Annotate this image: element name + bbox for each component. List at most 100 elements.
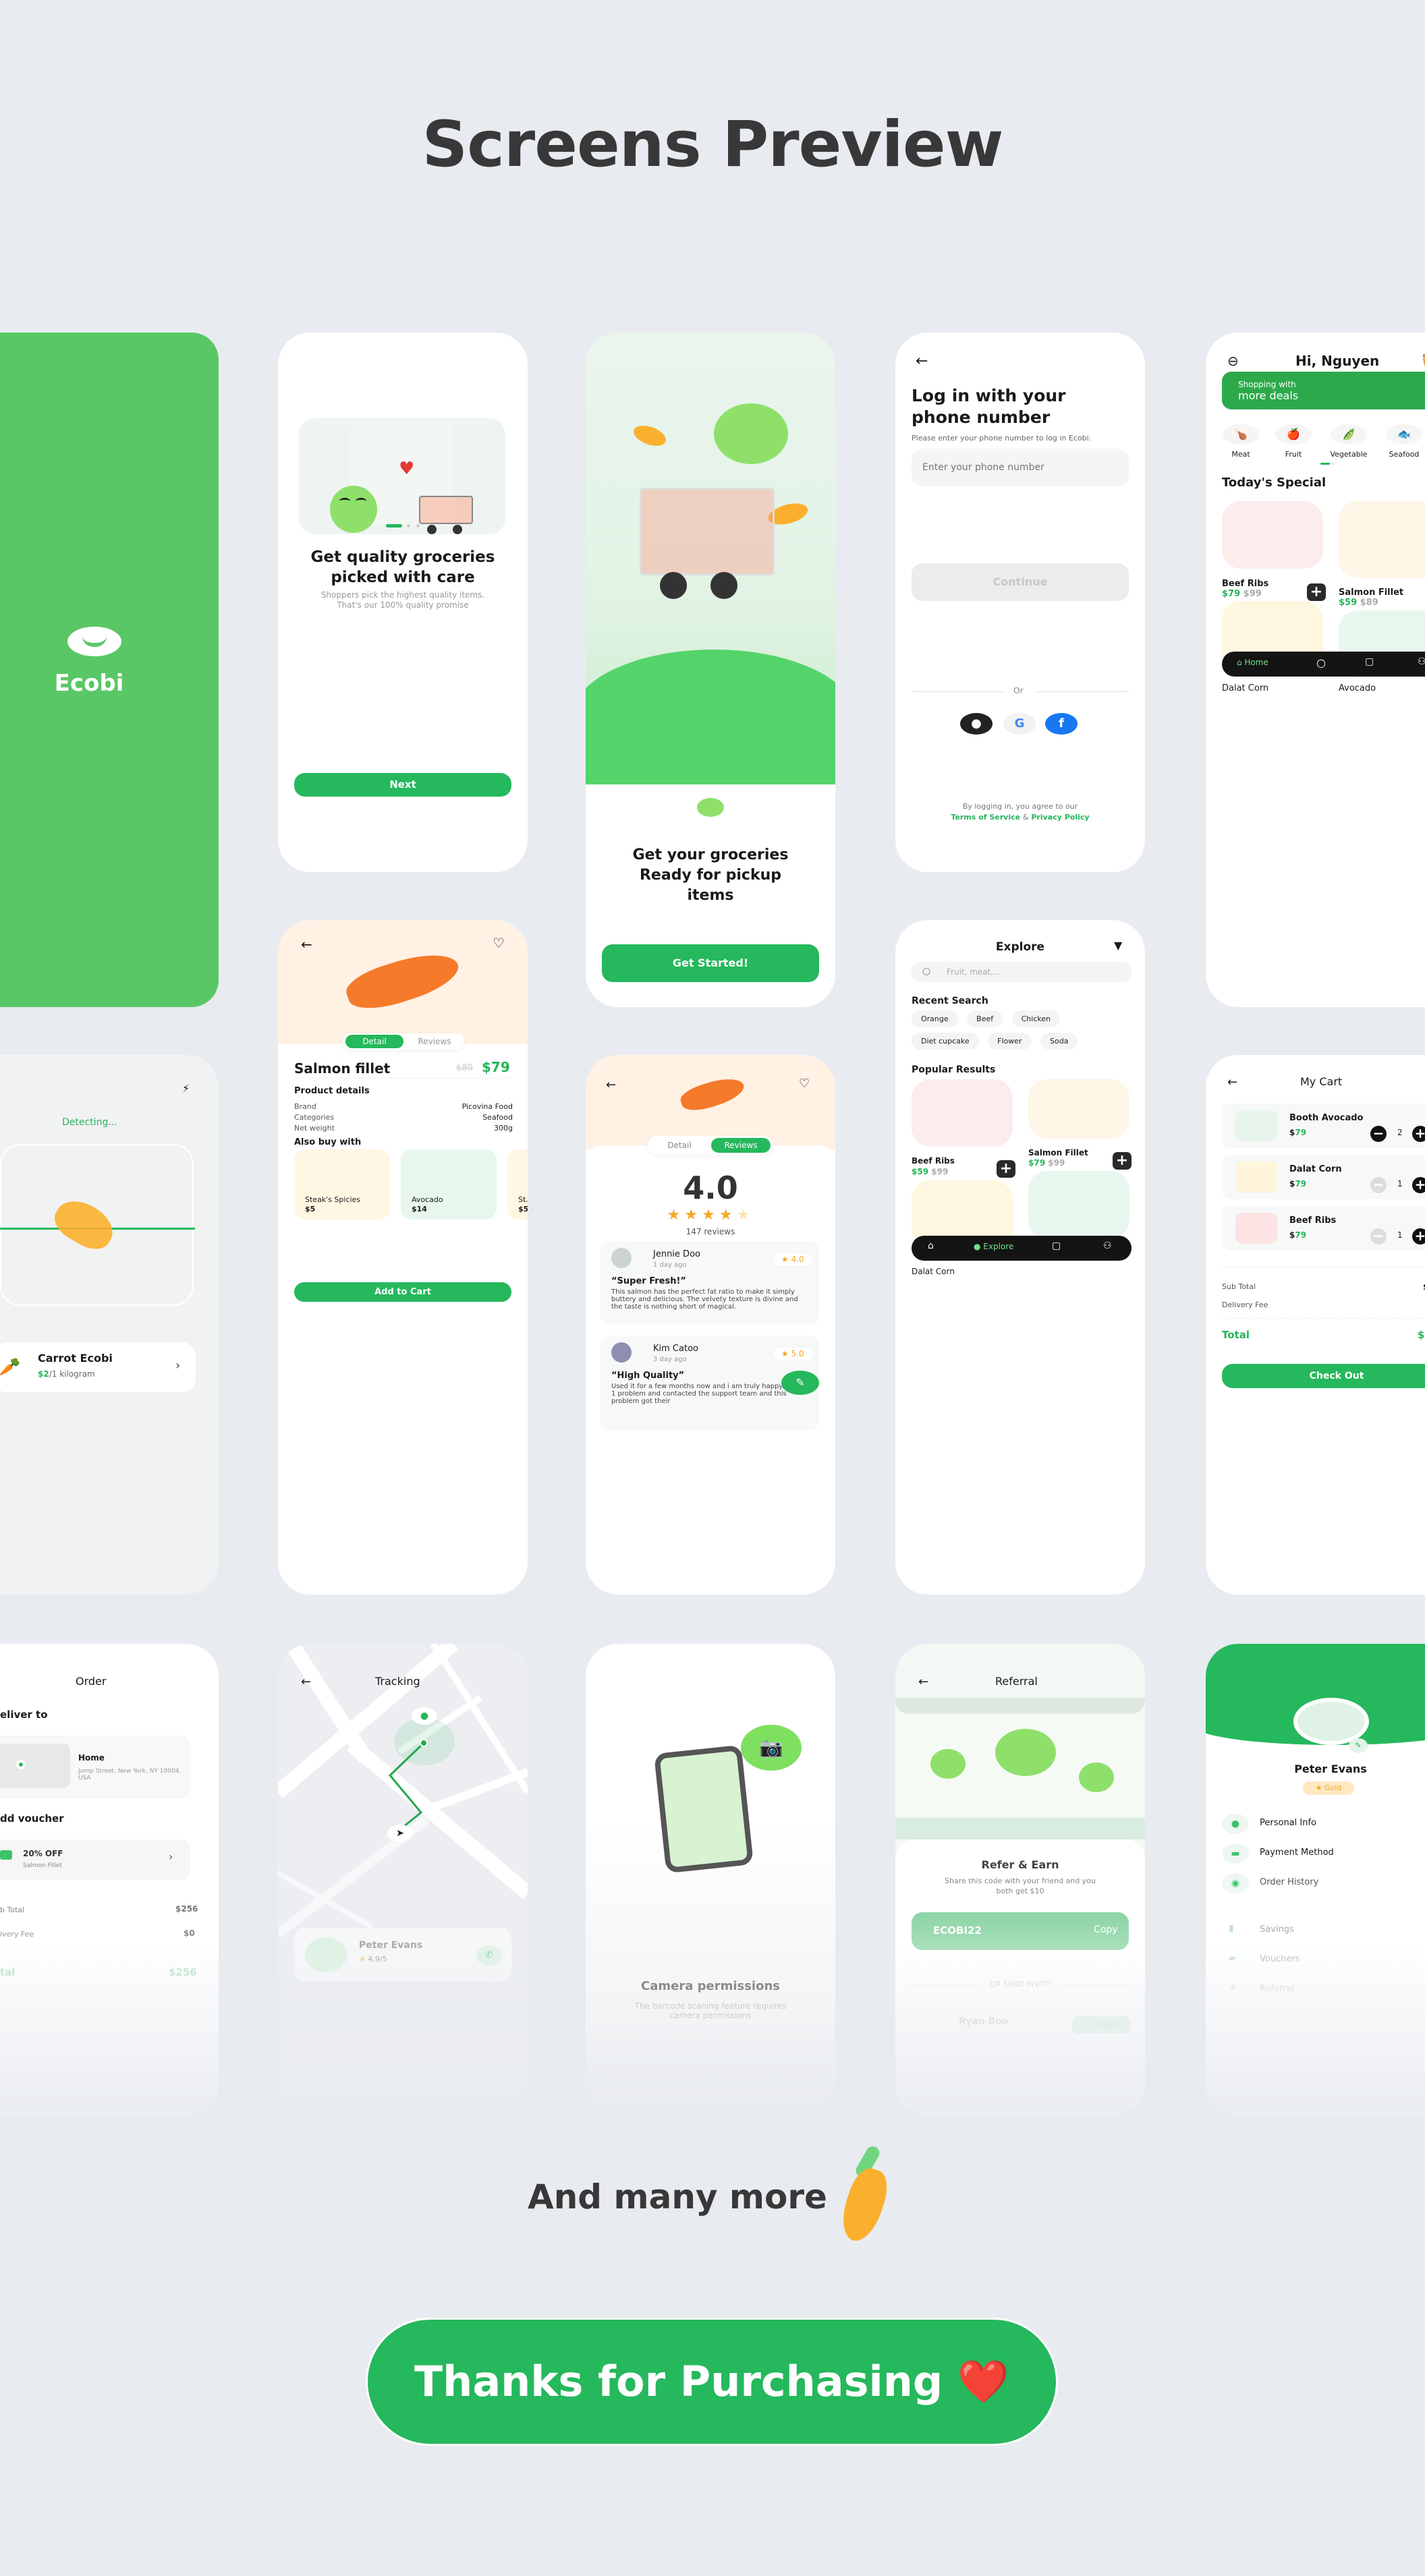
voucher-icon[interactable]: ▢ [1052,1240,1061,1251]
get-started-button[interactable]: Get Started! [602,944,819,982]
thanks-button[interactable]: Thanks for Purchasing ❤️ [366,2318,1058,2446]
profile-icon[interactable]: ⚇ [1103,1240,1112,1251]
card-icon: ▬ [1222,1843,1249,1864]
search-icon[interactable]: ○ [1316,656,1326,669]
product-price: $59 $89 [1339,598,1378,608]
tab-reviews[interactable]: Reviews [408,1035,462,1048]
mascot-icon [697,798,724,817]
tab-detail[interactable]: Detail [650,1138,708,1153]
search-bar[interactable]: ○ Fruit, meat,... [912,962,1131,982]
voucher-icon[interactable]: ▢ [1365,656,1374,667]
star-filled-icon: ★ [702,1207,719,1224]
chevron-right-icon[interactable]: › [175,1358,180,1373]
tab-reviews[interactable]: Reviews [711,1138,771,1153]
decrease-button[interactable]: − [1370,1228,1387,1244]
heart-icon[interactable]: ♡ [799,1077,810,1091]
onboarding-subtitle: Shoppers pick the highest quality items.… [320,590,485,610]
menu-personal-info[interactable]: ● Personal Info [1222,1812,1425,1842]
recent-chip[interactable]: Chicken [1011,1010,1061,1027]
review-count: 147 reviews [686,1227,735,1236]
recent-chip[interactable]: Flower [988,1033,1032,1050]
category-fruit[interactable]: 🍎 Fruit [1275,424,1312,459]
category-vegetable[interactable]: 🫛 Vegetable [1329,424,1369,459]
avocado-image[interactable] [1028,1171,1129,1238]
terms-link[interactable]: Terms of Service [951,813,1020,822]
beef-ribs-image[interactable] [912,1079,1013,1147]
review-time: 3 day ago [653,1356,687,1363]
detected-product-card[interactable]: 🥕 Carrot Ecobi $2/1 kilogram › [0,1342,196,1392]
order-screen: Order eliver to Home Jump Street, New Yo… [0,1644,219,2116]
salmon-fillet-image[interactable] [1339,501,1425,578]
increase-button[interactable]: + [1412,1126,1425,1142]
add-button[interactable]: + [1307,583,1326,601]
also-buy-card[interactable]: Steak's Spicies $5 [294,1149,390,1220]
recent-chip[interactable]: Soda [1040,1033,1078,1050]
cart-screen: ← My Cart Booth Avocado $79 − 2 + Dalat … [1206,1055,1425,1595]
heart-icon[interactable]: ♡ [493,935,505,951]
add-button[interactable]: + [1113,1152,1131,1170]
checkout-button[interactable]: Check Out [1222,1364,1425,1388]
also-buy-card[interactable]: Avocado $14 [401,1149,497,1220]
page-dot-active [386,524,402,527]
apple-icon[interactable]: ● [960,713,993,735]
cart-title: My Cart [1300,1075,1343,1088]
beef-ribs-image[interactable] [1222,501,1323,569]
recent-chip[interactable]: Beef [967,1010,1003,1027]
back-arrow-icon[interactable]: ← [301,1675,311,1689]
banner-line1: Shopping with [1238,380,1296,389]
category-meat[interactable]: 🍗 Meat [1222,424,1260,459]
nav-explore[interactable]: ● Explore [974,1242,1013,1251]
add-to-cart-button[interactable]: Add to Cart [294,1282,511,1302]
voucher-card[interactable]: 20% OFF Salmon Fillet › [0,1839,190,1880]
address-card[interactable]: Home Jump Street, New York, NY 10004, US… [0,1736,190,1799]
heart-emoji-icon: ❤️ [957,2357,1010,2406]
basket-icon[interactable]: 🧺 [1422,351,1425,368]
add-button[interactable]: + [997,1160,1015,1178]
item-qty: 1 [1397,1230,1403,1240]
continue-button[interactable]: Continue [912,563,1129,601]
home-icon[interactable]: ⌂ [928,1240,934,1251]
phone-number-input[interactable] [912,449,1129,486]
onboarding-title: Get your groceries Ready for pickup item… [632,847,789,904]
search-placeholder: Fruit, meat,... [947,967,1001,977]
salmon-fillet-image[interactable] [1028,1079,1129,1139]
back-arrow-icon[interactable]: ← [918,1675,928,1689]
increase-button[interactable]: + [1412,1228,1425,1244]
google-icon[interactable]: G [1003,713,1036,735]
back-arrow-icon[interactable]: ← [916,353,928,370]
copy-button[interactable]: Copy [1094,1924,1118,1935]
increase-button[interactable]: + [1412,1177,1425,1193]
flash-icon[interactable]: ⚡ [182,1082,190,1095]
nav-home[interactable]: ⌂ Home [1237,658,1268,667]
filter-icon[interactable]: ▼ [1114,939,1122,952]
star-filled-icon: ★ [719,1207,737,1224]
peas-icon: 🫛 [1331,424,1367,445]
facebook-icon[interactable]: f [1045,713,1078,735]
edit-avatar-button[interactable]: ✎ [1349,1738,1368,1753]
nav-home-label: Home [1244,658,1268,667]
product-detail-screen: ← ♡ Detail Reviews Salmon fillet $80 $79… [278,920,528,1595]
write-review-button[interactable]: ✎ [781,1371,819,1395]
camera-title: Camera permissions [641,1979,780,1993]
menu-order-history[interactable]: ◉ Order History [1222,1872,1425,1919]
decrease-button[interactable]: − [1370,1177,1387,1193]
next-button[interactable]: Next [294,773,511,797]
back-arrow-icon[interactable]: ← [301,936,312,952]
onboarding-title: Get quality groceries picked with care [310,548,495,586]
review-body: Used it for a few months now and i am tr… [611,1383,804,1405]
back-arrow-icon[interactable]: ← [1227,1075,1237,1089]
category-seafood[interactable]: 🐟 Seafood [1384,424,1424,459]
decrease-button[interactable]: − [1370,1126,1387,1142]
recent-chip[interactable]: Diet cupcake [912,1033,979,1050]
recent-chip[interactable]: Orange [912,1010,958,1027]
section-title: Today's Special [1222,476,1326,490]
back-arrow-icon[interactable]: ← [606,1078,616,1092]
scan-icon[interactable]: ⊖ [1227,353,1239,369]
profile-icon[interactable]: ⚇ [1418,656,1425,667]
map-thumbnail [0,1744,70,1788]
also-buy-card[interactable]: St... $5 [507,1149,528,1220]
privacy-link[interactable]: Privacy Policy [1031,813,1089,822]
menu-payment-method[interactable]: ▬ Payment Method [1222,1842,1425,1872]
tab-detail[interactable]: Detail [345,1035,403,1048]
promo-banner[interactable]: Shopping with more deals [1222,372,1425,409]
